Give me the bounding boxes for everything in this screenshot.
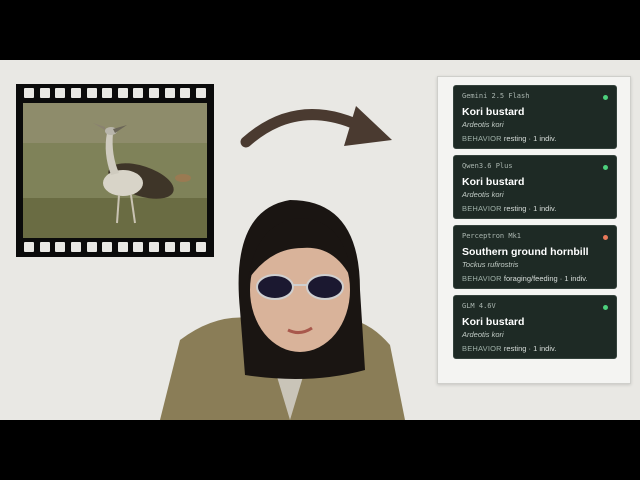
model-name: Qwen3.6 Plus — [462, 162, 513, 170]
behavior-value: resting · 1 indiv. — [503, 204, 557, 213]
presenter-photo — [160, 170, 420, 420]
model-results-panel: Gemini 2.5 Flash Kori bustard Ardeotis k… — [437, 76, 631, 384]
thumbnail-canvas: Gemini 2.5 Flash Kori bustard Ardeotis k… — [0, 60, 640, 420]
behavior-value: resting · 1 indiv. — [503, 344, 557, 353]
result-card: Gemini 2.5 Flash Kori bustard Ardeotis k… — [453, 85, 617, 149]
scientific-name: Ardeotis kori — [462, 120, 504, 129]
status-dot — [603, 305, 608, 310]
model-name: Perceptron Mk1 — [462, 232, 522, 240]
behavior-line: BEHAVIOR resting · 1 indiv. — [462, 344, 608, 353]
scientific-name: Tockus rufirostris — [462, 260, 519, 269]
species-name: Southern ground hornbill — [462, 246, 589, 258]
behavior-label: BEHAVIOR — [462, 344, 502, 353]
model-name: GLM 4.6V — [462, 302, 496, 310]
behavior-line: BEHAVIOR resting · 1 indiv. — [462, 204, 608, 213]
result-card: Perceptron Mk1 Southern ground hornbill … — [453, 225, 617, 289]
behavior-value: foraging/feeding · 1 indiv. — [503, 274, 588, 283]
status-dot — [603, 235, 608, 240]
scientific-name: Ardeotis kori — [462, 190, 504, 199]
species-name: Kori bustard — [462, 106, 525, 118]
curved-arrow-icon — [240, 98, 400, 163]
species-name: Kori bustard — [462, 316, 525, 328]
behavior-label: BEHAVIOR — [462, 134, 502, 143]
result-card: GLM 4.6V Kori bustard Ardeotis kori BEHA… — [453, 295, 617, 359]
scientific-name: Ardeotis kori — [462, 330, 504, 339]
model-name: Gemini 2.5 Flash — [462, 92, 530, 100]
status-dot — [603, 95, 608, 100]
behavior-value: resting · 1 indiv. — [503, 134, 557, 143]
result-card: Qwen3.6 Plus Kori bustard Ardeotis kori … — [453, 155, 617, 219]
species-name: Kori bustard — [462, 176, 525, 188]
behavior-line: BEHAVIOR resting · 1 indiv. — [462, 134, 608, 143]
behavior-line: BEHAVIOR foraging/feeding · 1 indiv. — [462, 274, 608, 283]
status-dot — [603, 165, 608, 170]
behavior-label: BEHAVIOR — [462, 274, 502, 283]
film-perforations-top — [24, 88, 206, 99]
behavior-label: BEHAVIOR — [462, 204, 502, 213]
